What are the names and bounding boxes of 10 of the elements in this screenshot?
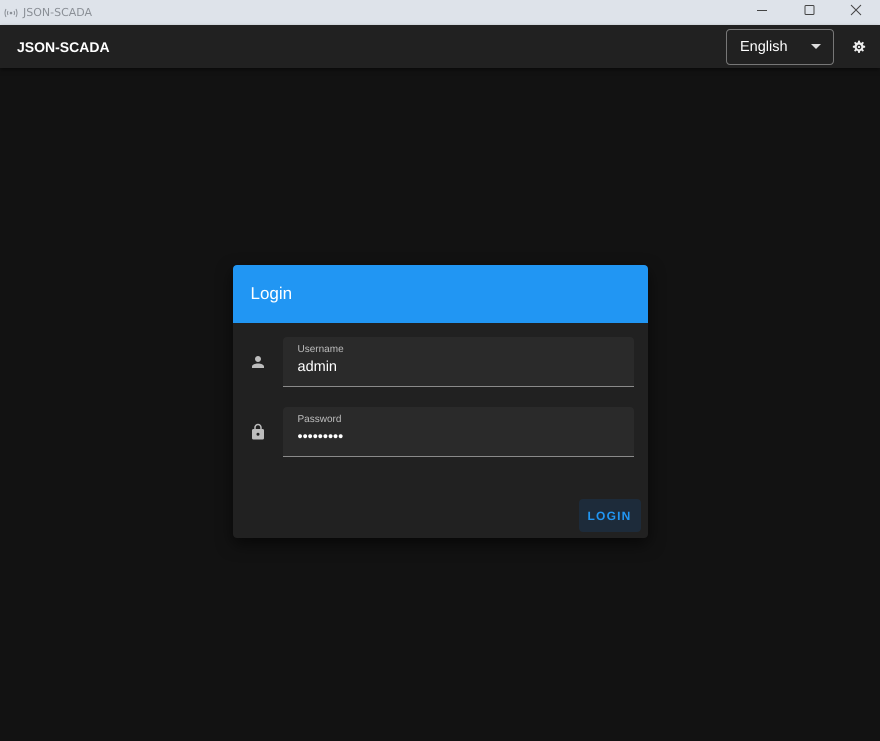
gear-icon[interactable] [852, 40, 866, 54]
username-field[interactable]: Username admin [282, 337, 634, 387]
window-title: JSON-SCADA [23, 6, 92, 19]
dialog-title: Login [250, 284, 292, 304]
login-button[interactable]: LOGIN [578, 499, 640, 532]
language-select[interactable]: English [726, 28, 834, 64]
caret-icon [811, 44, 821, 49]
app-icon [4, 8, 18, 18]
app-title: JSON-SCADA [17, 38, 110, 54]
password-field[interactable]: Password ••••••••• [282, 407, 634, 457]
